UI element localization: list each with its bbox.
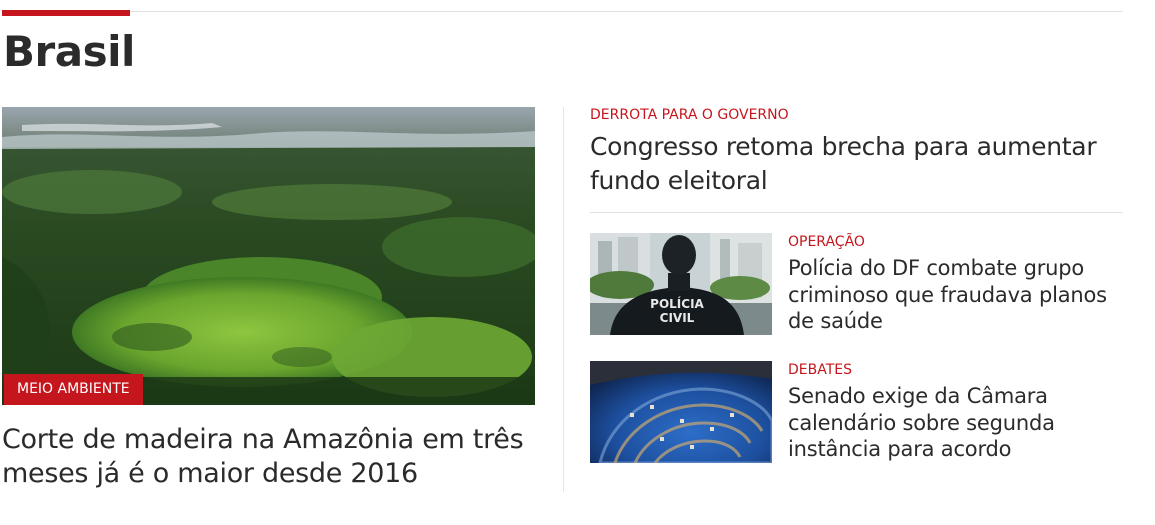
- amazon-rainforest-photo: [2, 107, 535, 405]
- senate-plenary-photo: [590, 361, 772, 463]
- lead-story: DERROTA PARA O GOVERNO Congresso retoma …: [590, 106, 1123, 198]
- story-kicker[interactable]: OPERAÇÃO: [788, 233, 1123, 251]
- featured-story-image[interactable]: MEIO AMBIENTE: [2, 107, 535, 405]
- story-kicker[interactable]: DEBATES: [788, 361, 1123, 379]
- column-divider: [563, 107, 564, 492]
- story-item: DEBATES Senado exige da Câmara calendári…: [590, 361, 1123, 464]
- section-accent-bar: [2, 10, 130, 16]
- story-headline-link[interactable]: Polícia do DF combate grupo criminoso qu…: [788, 255, 1123, 335]
- lead-story-kicker[interactable]: DERROTA PARA O GOVERNO: [590, 106, 1123, 124]
- section-top-rule: [2, 11, 1123, 12]
- story-thumbnail[interactable]: [590, 361, 772, 463]
- story-headline-link[interactable]: Senado exige da Câmara calendário sobre …: [788, 383, 1123, 463]
- feature-category-tag[interactable]: MEIO AMBIENTE: [4, 374, 143, 405]
- lead-story-divider: [590, 212, 1123, 213]
- section-title[interactable]: Brasil: [3, 26, 135, 78]
- feature-headline-link[interactable]: Corte de madeira na Amazônia em três mes…: [2, 423, 535, 491]
- story-item: POLÍCIA CIVIL OPERAÇÃO Polícia do DF com…: [590, 233, 1123, 336]
- police-badge-text-line2: CIVIL: [660, 311, 695, 325]
- story-text: DEBATES Senado exige da Câmara calendári…: [788, 361, 1123, 463]
- police-badge-text-line1: POLÍCIA: [650, 296, 704, 311]
- story-text: OPERAÇÃO Polícia do DF combate grupo cri…: [788, 233, 1123, 335]
- police-officer-photo: POLÍCIA CIVIL: [590, 233, 772, 335]
- featured-story: MEIO AMBIENTE Corte de madeira na Amazôn…: [2, 107, 535, 491]
- lead-story-headline-link[interactable]: Congresso retoma brecha para aumentar fu…: [590, 130, 1123, 198]
- story-thumbnail[interactable]: POLÍCIA CIVIL: [590, 233, 772, 335]
